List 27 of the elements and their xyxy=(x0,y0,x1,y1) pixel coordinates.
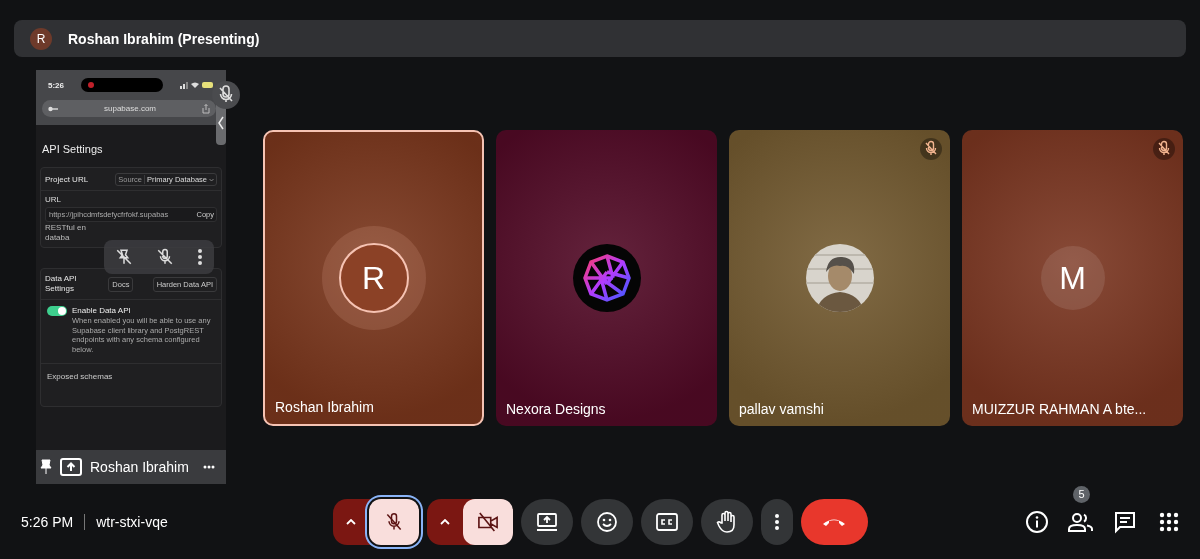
schemas-label: Exposed schemas xyxy=(46,370,114,383)
participant-name: Roshan Ibrahim xyxy=(90,459,189,475)
description-text: databa xyxy=(45,233,71,242)
card-title: Data API Settings xyxy=(45,274,78,295)
meeting-time: 5:26 PM xyxy=(21,513,74,530)
participant-tile[interactable]: M MUIZZUR RAHMAN A bte... xyxy=(962,130,1183,426)
avatar: R xyxy=(338,243,409,313)
participant-name: Nexora Designs xyxy=(506,401,606,417)
address-text: supabase.com xyxy=(104,104,156,113)
card-title: Project URL xyxy=(45,175,89,184)
description-text: RESTful en xyxy=(45,223,87,232)
page-heading: API Settings xyxy=(42,143,104,155)
presenter-title: Roshan Ibrahim (Presenting) xyxy=(68,30,260,47)
participant-name: MUIZZUR RAHMAN A bte... xyxy=(972,401,1147,417)
avatar: R xyxy=(30,27,52,50)
participant-tile[interactable]: pallav vamshi xyxy=(729,130,950,426)
toggle-label: Enable Data API xyxy=(72,305,132,315)
url-label: URL xyxy=(45,195,62,204)
avatar: M xyxy=(1040,246,1105,310)
address-bar[interactable]: supabase.com xyxy=(42,100,216,117)
participant-count-badge: 5 xyxy=(1073,485,1090,503)
meeting-code: wtr-stxi-vqe xyxy=(96,513,168,530)
participant-name: pallav vamshi xyxy=(739,401,824,417)
phone-time: 5:26 xyxy=(48,80,64,90)
participant-tile[interactable]: R Roshan Ibrahim xyxy=(263,130,484,426)
participant-name: Roshan Ibrahim xyxy=(275,399,374,415)
participant-tile[interactable]: Nexora Designs xyxy=(496,130,717,426)
